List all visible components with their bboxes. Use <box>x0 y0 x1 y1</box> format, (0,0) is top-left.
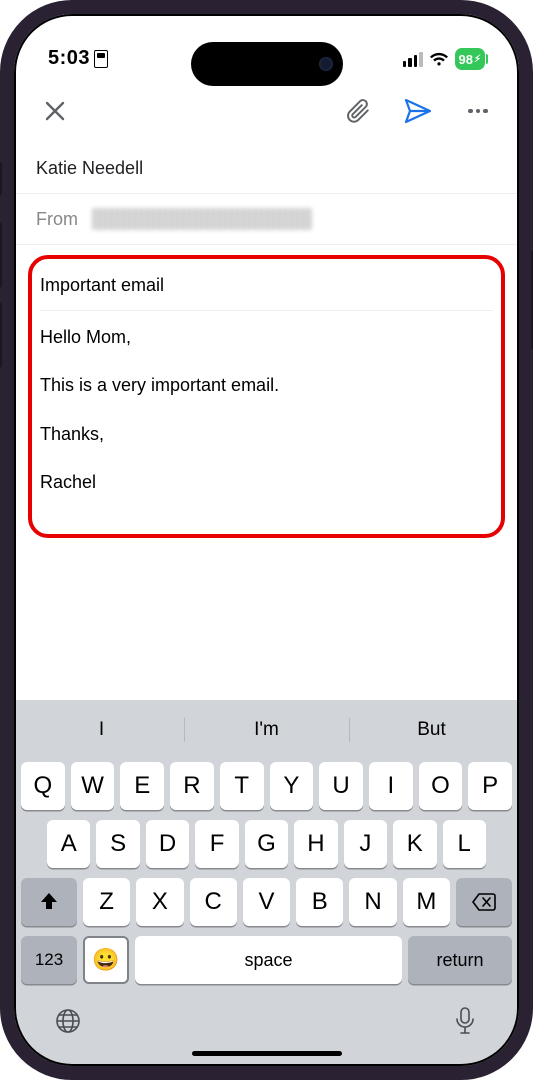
to-field[interactable]: Katie Needell <box>14 144 519 194</box>
key-r[interactable]: R <box>170 762 214 810</box>
from-value-blurred <box>92 208 312 230</box>
key-m[interactable]: M <box>403 878 450 926</box>
key-i[interactable]: I <box>369 762 413 810</box>
key-n[interactable]: N <box>349 878 396 926</box>
suggestion[interactable]: I <box>19 708 184 752</box>
return-key[interactable]: return <box>408 936 512 984</box>
backspace-key[interactable] <box>456 878 512 926</box>
body-line: Thanks, <box>40 422 493 446</box>
paperclip-icon[interactable] <box>343 96 373 126</box>
key-e[interactable]: E <box>120 762 164 810</box>
key-x[interactable]: X <box>136 878 183 926</box>
home-indicator[interactable] <box>192 1051 342 1056</box>
key-h[interactable]: H <box>294 820 337 868</box>
body-line: Hello Mom, <box>40 325 493 349</box>
suggestion[interactable]: But <box>349 708 514 752</box>
suggestion-bar: I I'm But <box>19 708 514 752</box>
send-icon[interactable] <box>403 96 433 126</box>
key-t[interactable]: T <box>220 762 264 810</box>
sim-card-icon <box>94 50 108 68</box>
key-u[interactable]: U <box>319 762 363 810</box>
key-q[interactable]: Q <box>21 762 65 810</box>
more-icon[interactable] <box>463 96 493 126</box>
key-y[interactable]: Y <box>270 762 314 810</box>
globe-icon[interactable] <box>53 1006 83 1036</box>
suggestion[interactable]: I'm <box>184 708 349 752</box>
key-v[interactable]: V <box>243 878 290 926</box>
close-icon[interactable] <box>40 96 70 126</box>
key-w[interactable]: W <box>71 762 115 810</box>
key-o[interactable]: O <box>419 762 463 810</box>
body-line: Rachel <box>40 470 493 494</box>
status-time: 5:03 <box>48 47 90 70</box>
mic-icon[interactable] <box>450 1006 480 1036</box>
emoji-key[interactable]: 😀 <box>83 936 129 984</box>
keyboard: I I'm But Q W E R T Y U I O P A S D F G … <box>14 700 519 1066</box>
key-s[interactable]: S <box>96 820 139 868</box>
wifi-icon <box>429 52 449 67</box>
battery-indicator: 98⚡︎ <box>455 48 486 70</box>
subject-field[interactable]: Important email <box>40 269 493 311</box>
from-label: From <box>36 209 78 230</box>
key-g[interactable]: G <box>245 820 288 868</box>
key-z[interactable]: Z <box>83 878 130 926</box>
numbers-key[interactable]: 123 <box>21 936 77 984</box>
space-key[interactable]: space <box>135 936 402 984</box>
to-value: Katie Needell <box>36 158 143 178</box>
shift-key[interactable] <box>21 878 77 926</box>
body-line: This is a very important email. <box>40 373 493 397</box>
key-d[interactable]: D <box>146 820 189 868</box>
key-a[interactable]: A <box>47 820 90 868</box>
key-l[interactable]: L <box>443 820 486 868</box>
from-field[interactable]: From <box>14 194 519 245</box>
key-f[interactable]: F <box>195 820 238 868</box>
body-field[interactable]: Hello Mom, This is a very important emai… <box>40 311 493 494</box>
key-c[interactable]: C <box>190 878 237 926</box>
key-k[interactable]: K <box>393 820 436 868</box>
cellular-bars-icon <box>403 52 423 67</box>
key-j[interactable]: J <box>344 820 387 868</box>
key-p[interactable]: P <box>468 762 512 810</box>
key-b[interactable]: B <box>296 878 343 926</box>
compose-body-highlight: Important email Hello Mom, This is a ver… <box>28 255 505 538</box>
